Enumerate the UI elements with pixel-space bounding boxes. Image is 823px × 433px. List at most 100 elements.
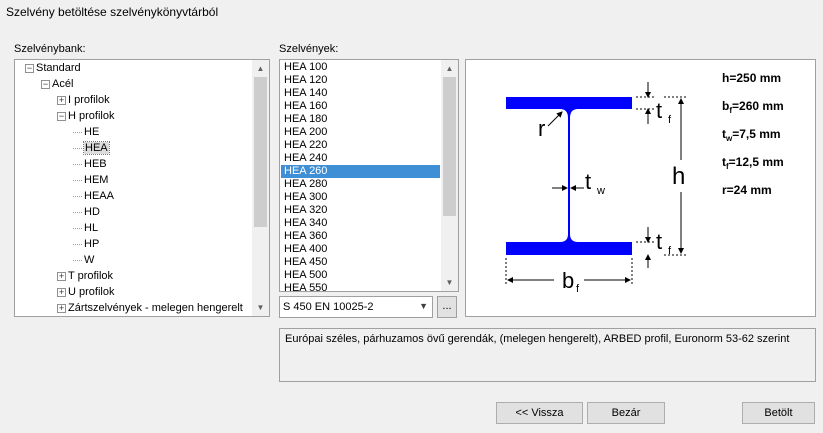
- window-title: Szelvény betöltése szelvénykönyvtárból: [6, 5, 219, 19]
- tree-item[interactable]: HEM: [73, 172, 108, 188]
- tf-top-label: t: [656, 98, 662, 123]
- tree-scroll-thumb[interactable]: [254, 77, 267, 227]
- dim-tw: tw=7,5 mm: [722, 127, 781, 143]
- dim-tf: tf=12,5 mm: [722, 155, 784, 171]
- bf-sub: f: [576, 283, 580, 295]
- scroll-up-icon[interactable]: ▲: [441, 60, 458, 77]
- collapse-icon[interactable]: −: [41, 79, 50, 89]
- tree-item[interactable]: − H profilok: [57, 108, 114, 124]
- list-item[interactable]: HEA 500: [281, 269, 440, 282]
- list-item[interactable]: HEA 400: [281, 243, 440, 256]
- tree-line-icon: [73, 179, 82, 181]
- tree-line-icon: [73, 195, 82, 197]
- tree-item-label: I profilok: [68, 94, 110, 106]
- close-button[interactable]: Bezár: [587, 402, 665, 424]
- tree-item-label: HEA: [83, 141, 110, 155]
- expand-icon[interactable]: +: [57, 271, 66, 281]
- tree-scrollbar[interactable]: ▲ ▼: [252, 60, 269, 316]
- tree-item-label: HEAA: [84, 190, 114, 202]
- description-text: Európai széles, párhuzamos övű gerendák,…: [285, 333, 790, 345]
- list-item[interactable]: HEA 340: [281, 217, 440, 230]
- tf-bottom-sub: f: [668, 245, 672, 257]
- tree-item-label: HEB: [84, 158, 107, 170]
- sections-list[interactable]: HEA 100 HEA 120 HEA 140 HEA 160 HEA 180 HEA 2…: [279, 59, 459, 292]
- sections-label: Szelvények:: [279, 43, 339, 55]
- scroll-up-icon[interactable]: ▲: [252, 60, 269, 77]
- list-item[interactable]: HEA 550: [281, 282, 440, 291]
- tree-label: Szelvénybank:: [14, 43, 86, 55]
- chevron-down-icon: ▼: [419, 301, 428, 311]
- list-item[interactable]: HEA 180: [281, 113, 440, 126]
- list-item[interactable]: HEA 120: [281, 74, 440, 87]
- r-label: r: [538, 116, 545, 141]
- bf-label: b: [562, 268, 574, 293]
- tree-line-icon: [73, 259, 82, 261]
- list-item[interactable]: HEA 160: [281, 100, 440, 113]
- tree-item[interactable]: HEA: [73, 140, 110, 156]
- i-beam-drawing: r t f h t w t f b f h=250 mm bf=260 mm t…: [505, 71, 784, 295]
- tree-line-icon: [73, 163, 82, 165]
- list-item[interactable]: HEA 360: [281, 230, 440, 243]
- list-item[interactable]: HEA 300: [281, 191, 440, 204]
- tree-item-label: HEM: [84, 174, 109, 186]
- load-button[interactable]: Betölt: [742, 402, 815, 424]
- collapse-icon[interactable]: −: [25, 63, 34, 73]
- list-item[interactable]: HEA 100: [281, 61, 440, 74]
- dim-h: h=250 mm: [722, 71, 781, 85]
- tree-item-label: H profilok: [68, 110, 115, 122]
- expand-icon[interactable]: +: [57, 303, 66, 313]
- tree-item-label: T profilok: [68, 270, 114, 282]
- list-item[interactable]: HEA 260: [281, 165, 440, 178]
- dim-bf: bf=260 mm: [722, 99, 784, 115]
- tree-line-icon: [73, 227, 82, 229]
- collapse-icon[interactable]: −: [57, 111, 66, 121]
- tree-items: − Standard − Acél + I profilok − H profilok HE HE…: [15, 60, 253, 316]
- list-item[interactable]: HEA 320: [281, 204, 440, 217]
- tree-item[interactable]: HP: [73, 236, 99, 252]
- tree-item[interactable]: + I profilok: [57, 92, 110, 108]
- expand-icon[interactable]: +: [57, 95, 66, 105]
- tree-item-label: HL: [84, 222, 99, 234]
- tree-item[interactable]: HEB: [73, 156, 107, 172]
- list-item[interactable]: HEA 280: [281, 178, 440, 191]
- tree-item[interactable]: + Zártszelvények - melegen hengerelt: [57, 300, 243, 316]
- tree-item[interactable]: HD: [73, 204, 100, 220]
- back-button[interactable]: << Vissza: [496, 402, 583, 424]
- sections-scrollbar[interactable]: ▲ ▼: [441, 60, 458, 291]
- h-label: h: [672, 163, 685, 190]
- scroll-down-icon[interactable]: ▼: [252, 299, 269, 316]
- expand-icon[interactable]: +: [57, 287, 66, 297]
- sections-scroll-thumb[interactable]: [443, 77, 456, 216]
- tree-item-label: U profilok: [68, 286, 115, 298]
- tree-item[interactable]: HL: [73, 220, 98, 236]
- list-item[interactable]: HEA 450: [281, 256, 440, 269]
- tree-item[interactable]: − Standard: [25, 60, 81, 76]
- tree-line-icon: [73, 243, 82, 245]
- tree-item[interactable]: HEAA: [73, 188, 114, 204]
- tree-item-label: HE: [84, 126, 100, 138]
- profile-bank-tree[interactable]: − Standard − Acél + I profilok − H profilok HE HE…: [14, 59, 270, 317]
- tree-line-icon: [73, 211, 82, 213]
- tree-item-label: HD: [84, 206, 100, 218]
- list-item[interactable]: HEA 220: [281, 139, 440, 152]
- tree-item[interactable]: HE: [73, 124, 99, 140]
- material-browse-button[interactable]: ...: [437, 296, 457, 318]
- description-box: Európai széles, párhuzamos övű gerendák,…: [279, 328, 816, 382]
- tree-line-icon: [73, 131, 82, 133]
- dim-r: r=24 mm: [722, 183, 772, 197]
- tree-item[interactable]: + U profilok: [57, 284, 114, 300]
- tw-sub: w: [596, 185, 605, 197]
- i-beam-shape: [506, 97, 632, 255]
- tree-item[interactable]: − Acél: [41, 76, 73, 92]
- tree-line-icon: [73, 147, 82, 149]
- list-item[interactable]: HEA 240: [281, 152, 440, 165]
- list-item[interactable]: HEA 200: [281, 126, 440, 139]
- scroll-down-icon[interactable]: ▼: [441, 274, 458, 291]
- tree-item-label: Acél: [52, 78, 74, 90]
- tw-label: t: [585, 169, 591, 194]
- tree-item-label: Standard: [36, 62, 81, 74]
- list-item[interactable]: HEA 140: [281, 87, 440, 100]
- tree-item[interactable]: W: [73, 252, 94, 268]
- tree-item[interactable]: + T profilok: [57, 268, 113, 284]
- material-select[interactable]: S 450 EN 10025-2 ▼: [279, 296, 433, 318]
